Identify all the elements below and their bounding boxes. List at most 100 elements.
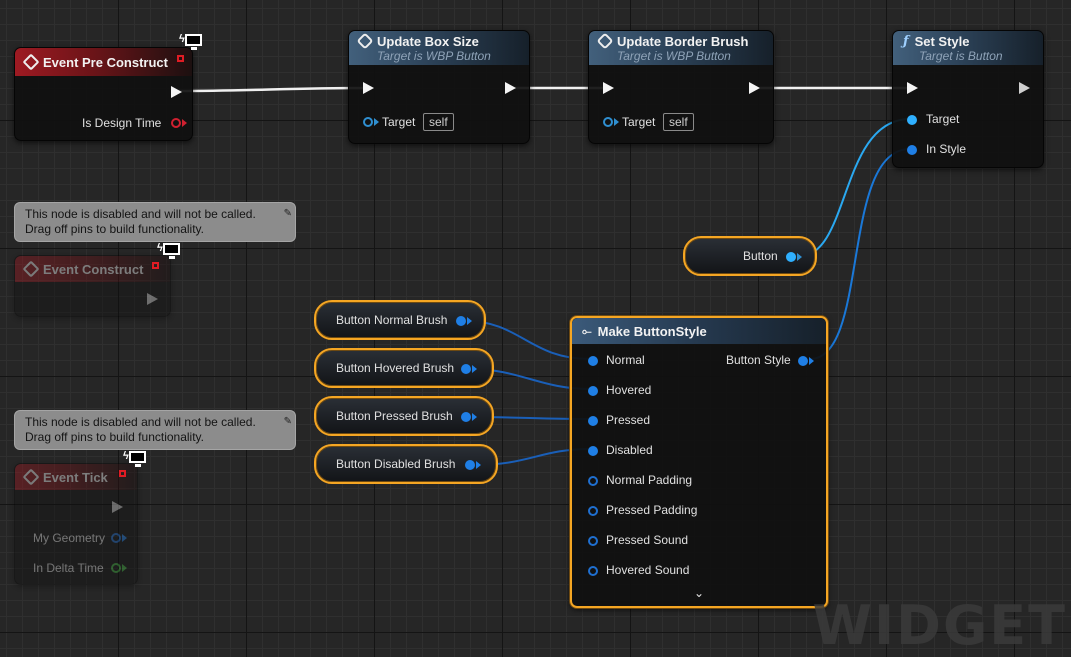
button-disabled-brush-label: Button Disabled Brush (336, 457, 456, 471)
update-box-size-title: Update Box Size (377, 33, 479, 49)
set-style-subtitle: Target is Button (919, 48, 1003, 63)
event-diamond-icon (22, 468, 40, 486)
event-pre-construct-header[interactable]: Event Pre Construct (15, 48, 192, 76)
set-style-title: Set Style (914, 33, 970, 49)
normal-pin[interactable] (588, 356, 598, 366)
in-style-pin[interactable] (907, 145, 917, 155)
normal-padding-pin[interactable] (588, 476, 598, 486)
set-style-node[interactable]: ƒ Set Style Target is Button Target In St… (892, 30, 1044, 168)
pressed-sound-pin[interactable] (588, 536, 598, 546)
disabled-node-tooltip: This node is disabled and will not be ca… (14, 410, 296, 450)
function-call-icon (596, 32, 614, 50)
button-normal-brush-variable[interactable]: Button Normal Brush (314, 300, 486, 340)
monitor-bolt-icon: ϟ (123, 450, 148, 469)
button-hovered-brush-pin-arrow (472, 365, 477, 373)
exec-out-pin[interactable] (505, 82, 516, 94)
monitor-bolt-icon: ϟ (179, 33, 204, 52)
event-tick-title: Event Tick (43, 469, 108, 485)
button-variable-out-pin[interactable] (786, 252, 796, 262)
update-box-size-node[interactable]: Update Box Size Target is WBP Button Tar… (348, 30, 530, 144)
event-tick-node[interactable]: Event Tick My Geometry In Delta Time (14, 463, 138, 585)
button-variable-node[interactable]: Button (683, 236, 817, 276)
button-pressed-brush-pin-arrow (472, 413, 477, 421)
exec-out-pin[interactable] (147, 293, 158, 305)
exec-in-pin[interactable] (907, 82, 918, 94)
button-pressed-brush-out-pin[interactable] (461, 412, 471, 422)
event-construct-title: Event Construct (43, 261, 144, 277)
function-f-icon: ƒ (903, 33, 909, 49)
button-pressed-brush-variable[interactable]: Button Pressed Brush (314, 396, 494, 436)
in-delta-time-label: In Delta Time (33, 561, 104, 575)
make-button-style-node[interactable]: ⟜ Make ButtonStyle Normal Button Style Ho… (570, 316, 828, 608)
my-geometry-pin[interactable] (111, 533, 121, 543)
target-label: Target (926, 112, 960, 126)
widget-watermark: WIDGET (812, 594, 1067, 657)
update-border-brush-title: Update Border Brush (617, 33, 749, 49)
my-geometry-label: My Geometry (33, 531, 106, 545)
pushpin-icon[interactable]: ✎ (284, 414, 292, 429)
button-disabled-brush-pin-arrow (476, 461, 481, 469)
update-border-brush-node[interactable]: Update Border Brush Target is WBP Button… (588, 30, 774, 144)
button-hovered-brush-variable[interactable]: Button Hovered Brush (314, 348, 494, 388)
button-disabled-brush-variable[interactable]: Button Disabled Brush (314, 444, 498, 484)
tooltip-line-2: Drag off pins to build functionality. (25, 222, 204, 236)
exec-out-pin[interactable] (112, 501, 123, 513)
button-normal-brush-label: Button Normal Brush (336, 313, 448, 327)
target-label: Target (382, 115, 416, 129)
pressed-pin[interactable] (588, 416, 598, 426)
button-normal-brush-out-pin[interactable] (456, 316, 466, 326)
event-pre-construct-node[interactable]: Event Pre Construct Is Design Time (14, 47, 193, 141)
exec-out-pin[interactable] (171, 86, 182, 98)
disabled-pin[interactable] (588, 446, 598, 456)
function-call-icon (356, 32, 374, 50)
set-style-header[interactable]: ƒ Set Style Target is Button (893, 31, 1043, 65)
tooltip-line-2: Drag off pins to build functionality. (25, 430, 204, 444)
chevron-down-icon[interactable]: ⌄ (694, 586, 704, 600)
is-design-time-label: Is Design Time (82, 116, 162, 130)
monitor-bolt-icon: ϟ (157, 242, 182, 261)
target-pin[interactable] (363, 117, 373, 127)
event-pre-construct-title: Event Pre Construct (43, 54, 168, 70)
pressed-padding-label: Pressed Padding (606, 503, 698, 517)
button-disabled-brush-out-pin[interactable] (465, 460, 475, 470)
hovered-pin[interactable] (588, 386, 598, 396)
pressed-sound-label: Pressed Sound (606, 533, 689, 547)
event-construct-node[interactable]: Event Construct (14, 255, 171, 317)
is-design-time-pin[interactable] (171, 118, 181, 128)
in-delta-time-pin[interactable] (111, 563, 121, 573)
replication-indicator (177, 55, 184, 62)
normal-padding-label: Normal Padding (606, 473, 693, 487)
is-design-time-pin-arrow (182, 119, 187, 127)
replication-indicator (119, 470, 126, 477)
hovered-sound-pin[interactable] (588, 566, 598, 576)
button-style-output-pin[interactable] (798, 356, 808, 366)
exec-wire-preconstruct-to-updatebox (177, 86, 365, 93)
button-normal-brush-pin-arrow (467, 317, 472, 325)
button-style-output-arrow (809, 357, 814, 365)
exec-out-pin[interactable] (1019, 82, 1030, 94)
pushpin-icon[interactable]: ✎ (284, 206, 292, 221)
update-border-brush-subtitle: Target is WBP Button (617, 48, 731, 63)
exec-in-pin[interactable] (363, 82, 374, 94)
pressed-padding-pin[interactable] (588, 506, 598, 516)
button-style-output-label: Button Style (726, 353, 791, 367)
target-self-field[interactable]: self (423, 113, 454, 131)
button-hovered-brush-out-pin[interactable] (461, 364, 471, 374)
in-delta-time-pin-arrow (122, 564, 127, 572)
button-hovered-brush-label: Button Hovered Brush (336, 361, 455, 375)
exec-in-pin[interactable] (603, 82, 614, 94)
make-struct-icon: ⟜ (582, 323, 592, 338)
button-variable-label: Button (743, 249, 778, 263)
exec-out-pin[interactable] (749, 82, 760, 94)
event-tick-header[interactable]: Event Tick (15, 464, 137, 490)
target-self-field[interactable]: self (663, 113, 694, 131)
make-button-style-title: Make ButtonStyle (597, 323, 707, 339)
update-border-brush-header[interactable]: Update Border Brush Target is WBP Button (589, 31, 773, 65)
hovered-label: Hovered (606, 383, 652, 397)
replication-indicator (152, 262, 159, 269)
event-construct-header[interactable]: Event Construct (15, 256, 170, 282)
make-button-style-header[interactable]: ⟜ Make ButtonStyle (572, 318, 826, 344)
target-pin[interactable] (603, 117, 613, 127)
target-pin[interactable] (907, 115, 917, 125)
update-box-size-header[interactable]: Update Box Size Target is WBP Button (349, 31, 529, 65)
